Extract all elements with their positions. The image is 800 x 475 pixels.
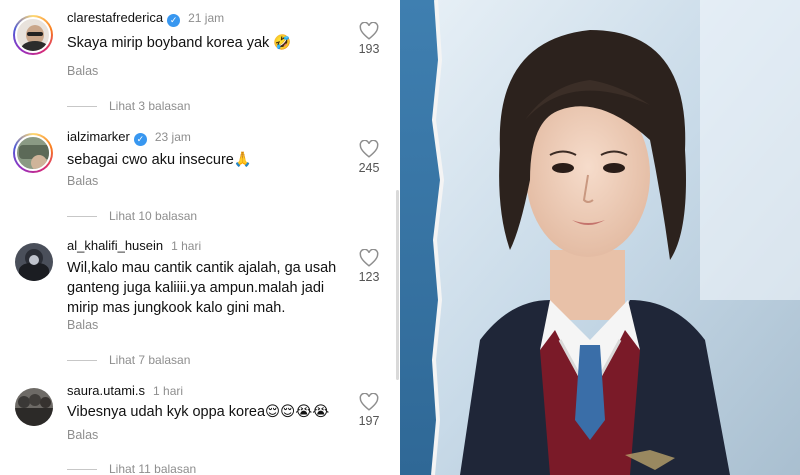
username-link[interactable]: clarestafrederica (67, 10, 163, 25)
heart-icon[interactable] (359, 140, 379, 158)
divider-line (67, 106, 97, 108)
heart-icon[interactable] (359, 249, 379, 267)
divider-line (67, 360, 97, 362)
view-replies-label: Lihat 10 balasan (109, 209, 198, 223)
comment-item: ialzimarker ✓ 23 jam sebagai cwo aku insec… (0, 120, 392, 230)
divider-line (67, 216, 97, 218)
avatar[interactable] (15, 388, 53, 426)
view-replies-label: Lihat 3 balasan (109, 99, 191, 113)
username-link[interactable]: saura.utami.s (67, 383, 145, 398)
view-replies-button[interactable]: Lihat 7 balasan (67, 353, 190, 367)
comment-text: Vibesnya udah kyk oppa korea😌😌😭😭 (67, 404, 330, 420)
view-replies-button[interactable]: Lihat 11 balasan (67, 462, 196, 475)
timestamp: 23 jam (154, 130, 191, 144)
avatar[interactable] (13, 133, 53, 173)
like-count: 197 (358, 414, 380, 428)
comment-header: clarestafrederica ✓ 21 jam (67, 10, 224, 27)
timestamp: 1 hari (153, 384, 184, 398)
username-link[interactable]: ialzimarker (67, 129, 130, 144)
portrait-photo (400, 0, 800, 475)
view-replies-button[interactable]: Lihat 3 balasan (67, 99, 190, 113)
timestamp: 1 hari (171, 239, 202, 253)
comment-item: al_khalifi_husein 1 hari Wil,kalo mau can… (0, 230, 392, 375)
reply-button[interactable]: Balas (67, 318, 98, 332)
verified-badge-icon: ✓ (133, 133, 147, 146)
scrollbar[interactable] (396, 190, 399, 380)
comments-panel: clarestafrederica ✓ 21 jam Skaya mirip boy… (0, 0, 400, 475)
reply-button[interactable]: Balas (67, 428, 98, 442)
view-replies-label: Lihat 7 balasan (109, 353, 191, 367)
verified-badge-icon: ✓ (167, 14, 181, 27)
username-link[interactable]: al_khalifi_husein (67, 238, 163, 253)
timestamp: 21 jam (188, 11, 225, 25)
like-count: 193 (358, 42, 380, 56)
comment-header: saura.utami.s 1 hari (67, 383, 183, 398)
avatar[interactable] (15, 243, 53, 281)
comment-header: ialzimarker ✓ 23 jam (67, 129, 191, 146)
heart-icon[interactable] (359, 393, 379, 411)
portrait-illustration (400, 0, 800, 475)
reply-button[interactable]: Balas (67, 64, 98, 78)
avatar[interactable] (13, 15, 53, 55)
comment-text: Wil,kalo mau cantik cantik ajalah, ga us… (67, 260, 337, 316)
comment-item: clarestafrederica ✓ 21 jam Skaya mirip boy… (0, 0, 392, 113)
like-count: 245 (358, 161, 380, 175)
comment-text: sebagai cwo aku insecure🙏 (67, 152, 252, 168)
divider-line (67, 469, 97, 471)
comment-text: Skaya mirip boyband korea yak 🤣 (67, 35, 292, 51)
comment-header: al_khalifi_husein 1 hari (67, 238, 201, 253)
reply-button[interactable]: Balas (67, 174, 98, 188)
heart-icon[interactable] (359, 22, 379, 40)
like-count: 123 (358, 270, 380, 284)
view-replies-label: Lihat 11 balasan (109, 462, 197, 475)
comment-item: saura.utami.s 1 hari Vibesnya udah kyk op… (0, 375, 392, 475)
view-replies-button[interactable]: Lihat 10 balasan (67, 209, 197, 223)
